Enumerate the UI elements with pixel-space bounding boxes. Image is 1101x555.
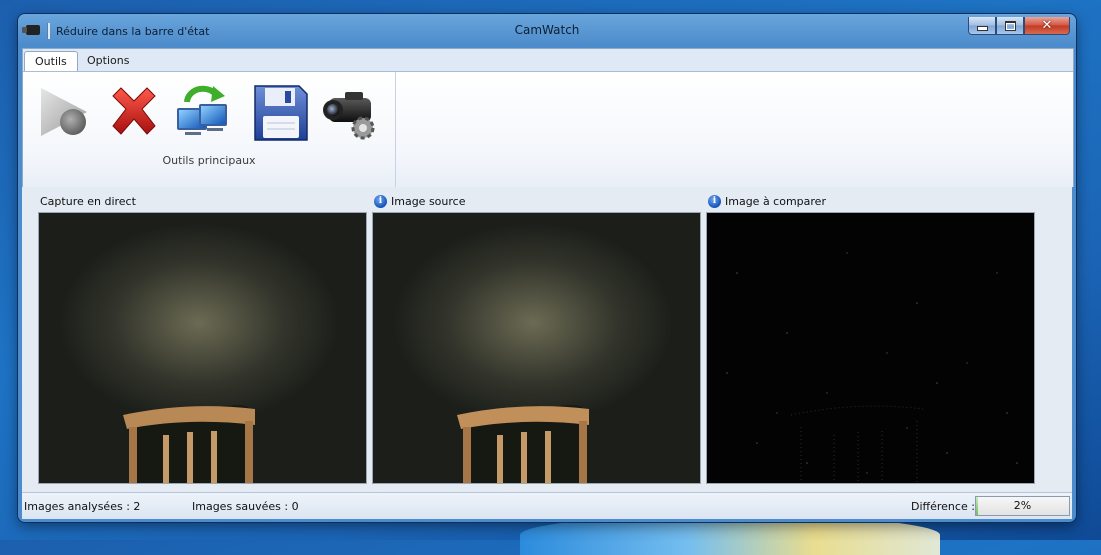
camcorder-settings-icon xyxy=(323,92,375,140)
pane-title-source: Image source xyxy=(391,195,466,208)
tab-options[interactable]: Options xyxy=(77,51,139,71)
status-bar: Images analysées : 2 Images sauvées : 0 … xyxy=(22,492,1072,519)
pane-title-compare: Image à comparer xyxy=(725,195,826,208)
info-icon[interactable]: i xyxy=(708,195,721,208)
caption-buttons: ✕ xyxy=(968,17,1070,35)
save-button[interactable] xyxy=(249,82,311,144)
source-image xyxy=(372,212,701,484)
camera-settings-button[interactable] xyxy=(319,82,381,144)
ribbon-panel: Outils principaux xyxy=(23,71,1073,187)
images-saved-count: Images sauvées : 0 xyxy=(192,500,299,513)
ribbon: Outils Options Outils principaux xyxy=(22,48,1074,187)
window-title: CamWatch xyxy=(514,23,580,37)
ribbon-group-label: Outils principaux xyxy=(162,154,256,167)
difference-image xyxy=(706,212,1035,484)
delete-button[interactable] xyxy=(103,82,165,144)
chair-photo xyxy=(457,405,589,483)
difference-noise xyxy=(726,252,1018,483)
delete-x-icon xyxy=(112,87,156,135)
difference-label: Différence : xyxy=(911,500,975,513)
reset-source-button[interactable] xyxy=(171,82,233,144)
ribbon-tabs: Outils Options xyxy=(23,49,1073,73)
refresh-computer-icon xyxy=(177,85,227,135)
image-panes: Capture en direct i Image source i Image… xyxy=(22,187,1072,492)
close-icon: ✕ xyxy=(1041,18,1053,33)
difference-value: 2% xyxy=(1013,499,1032,512)
close-button[interactable]: ✕ xyxy=(1024,17,1070,35)
info-icon[interactable]: i xyxy=(374,195,387,208)
pane-label-source: i Image source xyxy=(374,195,465,208)
pane-label-compare: i Image à comparer xyxy=(708,195,826,208)
tab-outils[interactable]: Outils xyxy=(24,51,78,73)
difference-progress-bar: 2% xyxy=(975,496,1070,516)
chair-photo xyxy=(123,405,255,483)
play-record-icon xyxy=(41,88,87,136)
maximize-icon xyxy=(1004,20,1016,31)
title-bar[interactable]: Réduire dans la barre d'état CamWatch ✕ xyxy=(18,14,1076,44)
ribbon-group-main-tools: Outils principaux xyxy=(23,72,396,187)
live-capture-image xyxy=(38,212,367,484)
start-capture-button[interactable] xyxy=(35,82,97,144)
pane-title-live: Capture en direct xyxy=(40,195,136,208)
save-floppy-icon xyxy=(254,85,308,141)
app-window: Réduire dans la barre d'état CamWatch ✕ … xyxy=(18,14,1076,522)
minimize-icon xyxy=(976,26,988,31)
pane-label-live: Capture en direct xyxy=(40,195,136,208)
maximize-button[interactable] xyxy=(996,17,1024,35)
minimize-button[interactable] xyxy=(968,17,996,35)
images-analyzed-count: Images analysées : 2 xyxy=(24,500,141,513)
